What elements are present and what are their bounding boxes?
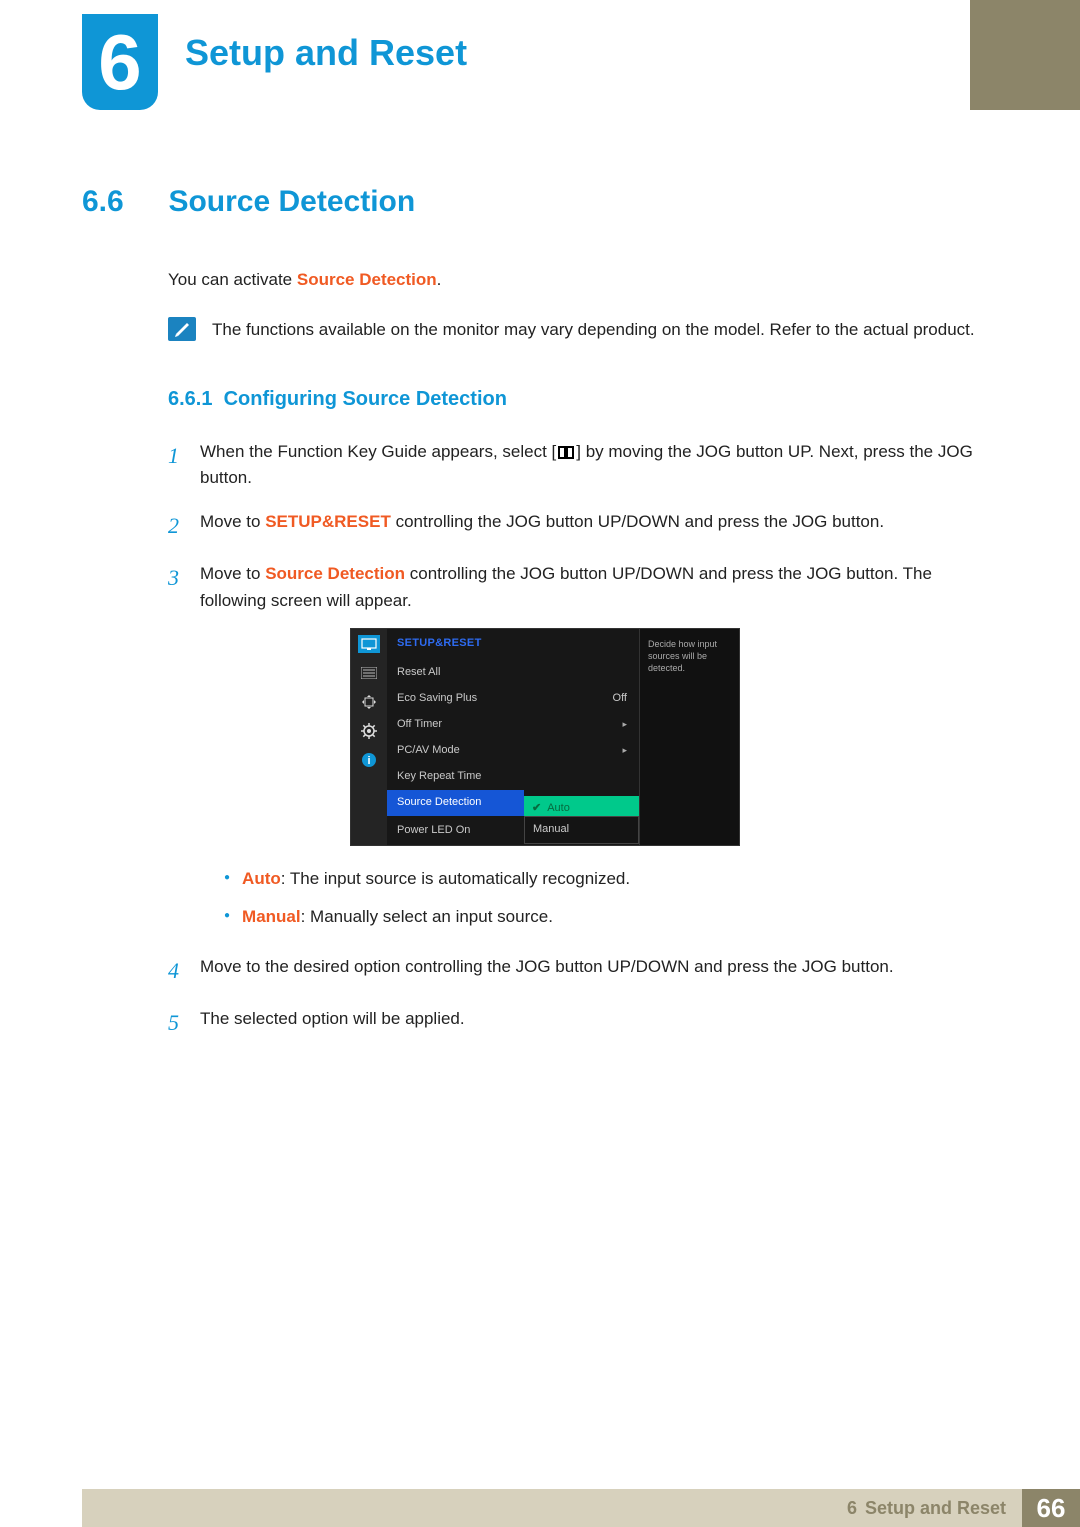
section-heading: 6.6 Source Detection xyxy=(82,185,998,219)
check-icon: ✔ xyxy=(532,800,541,817)
osd-row-timer: Off Timer▸ xyxy=(387,712,639,738)
step-number: 5 xyxy=(168,1006,182,1040)
osd-row-reset: Reset All xyxy=(387,660,639,686)
step-5: 5 The selected option will be applied. xyxy=(168,1006,998,1040)
footer-bar: 6 Setup and Reset xyxy=(82,1489,1022,1527)
page-number: 66 xyxy=(1022,1489,1080,1527)
option-manual: ● Manual: Manually select an input sourc… xyxy=(200,898,998,936)
option-auto: ● Auto: The input source is automaticall… xyxy=(200,860,998,898)
section-title: Source Detection xyxy=(168,185,415,218)
intro-text: You can activate Source Detection. xyxy=(168,267,998,293)
emphasis-term: SETUP&RESET xyxy=(265,512,391,531)
list-icon xyxy=(358,664,380,682)
step-number: 4 xyxy=(168,954,182,988)
step-number: 3 xyxy=(168,561,182,936)
step-number: 2 xyxy=(168,509,182,543)
menu-icon xyxy=(558,446,574,459)
chapter-title: Setup and Reset xyxy=(185,32,467,74)
svg-text:i: i xyxy=(367,755,370,767)
emphasis-term: Source Detection xyxy=(265,564,405,583)
osd-main: SETUP&RESET Reset All Eco Saving PlusOff… xyxy=(387,629,639,844)
page-footer: 6 Setup and Reset 66 xyxy=(0,1489,1080,1527)
osd-menu-screenshot: i SETUP&RESET Reset All Eco Saving PlusO… xyxy=(350,628,740,845)
chevron-right-icon: ▸ xyxy=(622,744,627,758)
chevron-right-icon: ▸ xyxy=(622,718,627,732)
options-list: ● Auto: The input source is automaticall… xyxy=(200,860,998,937)
header-corner xyxy=(970,0,1080,110)
option-label: Auto xyxy=(242,869,281,888)
osd-row-source-selected: Source Detection xyxy=(387,790,524,816)
chapter-number-tab: 6 xyxy=(82,14,158,110)
resize-icon xyxy=(358,693,380,711)
osd-row-pcav: PC/AV Mode▸ xyxy=(387,738,639,764)
emphasis-term: Source Detection xyxy=(297,270,437,289)
section-number: 6.6 xyxy=(82,185,164,219)
option-label: Manual xyxy=(242,907,301,926)
subsection-heading: 6.6.1 Configuring Source Detection xyxy=(168,384,998,415)
step-number: 1 xyxy=(168,439,182,492)
osd-row-key: Key Repeat Time xyxy=(387,764,639,790)
step-1: 1 When the Function Key Guide appears, s… xyxy=(168,439,998,492)
bullet-icon: ● xyxy=(224,904,230,930)
display-icon xyxy=(358,635,380,653)
note-text: The functions available on the monitor m… xyxy=(212,317,975,343)
gear-icon xyxy=(358,722,380,740)
step-2: 2 Move to SETUP&RESET controlling the JO… xyxy=(168,509,998,543)
step-list: 1 When the Function Key Guide appears, s… xyxy=(168,439,998,1041)
note-block: The functions available on the monitor m… xyxy=(168,317,998,343)
footer-chapter-num: 6 xyxy=(847,1498,857,1519)
note-icon xyxy=(168,317,196,341)
osd-row-eco: Eco Saving PlusOff xyxy=(387,686,639,712)
osd-description-panel: Decide how input sources will be detecte… xyxy=(639,629,739,844)
osd-sidebar: i xyxy=(351,629,387,844)
bullet-icon: ● xyxy=(224,866,230,892)
info-icon: i xyxy=(358,751,380,769)
osd-title: SETUP&RESET xyxy=(387,629,639,660)
step-4: 4 Move to the desired option controlling… xyxy=(168,954,998,988)
step-3: 3 Move to Source Detection controlling t… xyxy=(168,561,998,936)
osd-option-manual: Manual xyxy=(524,816,639,843)
footer-chapter-title: Setup and Reset xyxy=(865,1498,1006,1519)
content-area: 6.6 Source Detection You can activate So… xyxy=(82,185,998,1058)
